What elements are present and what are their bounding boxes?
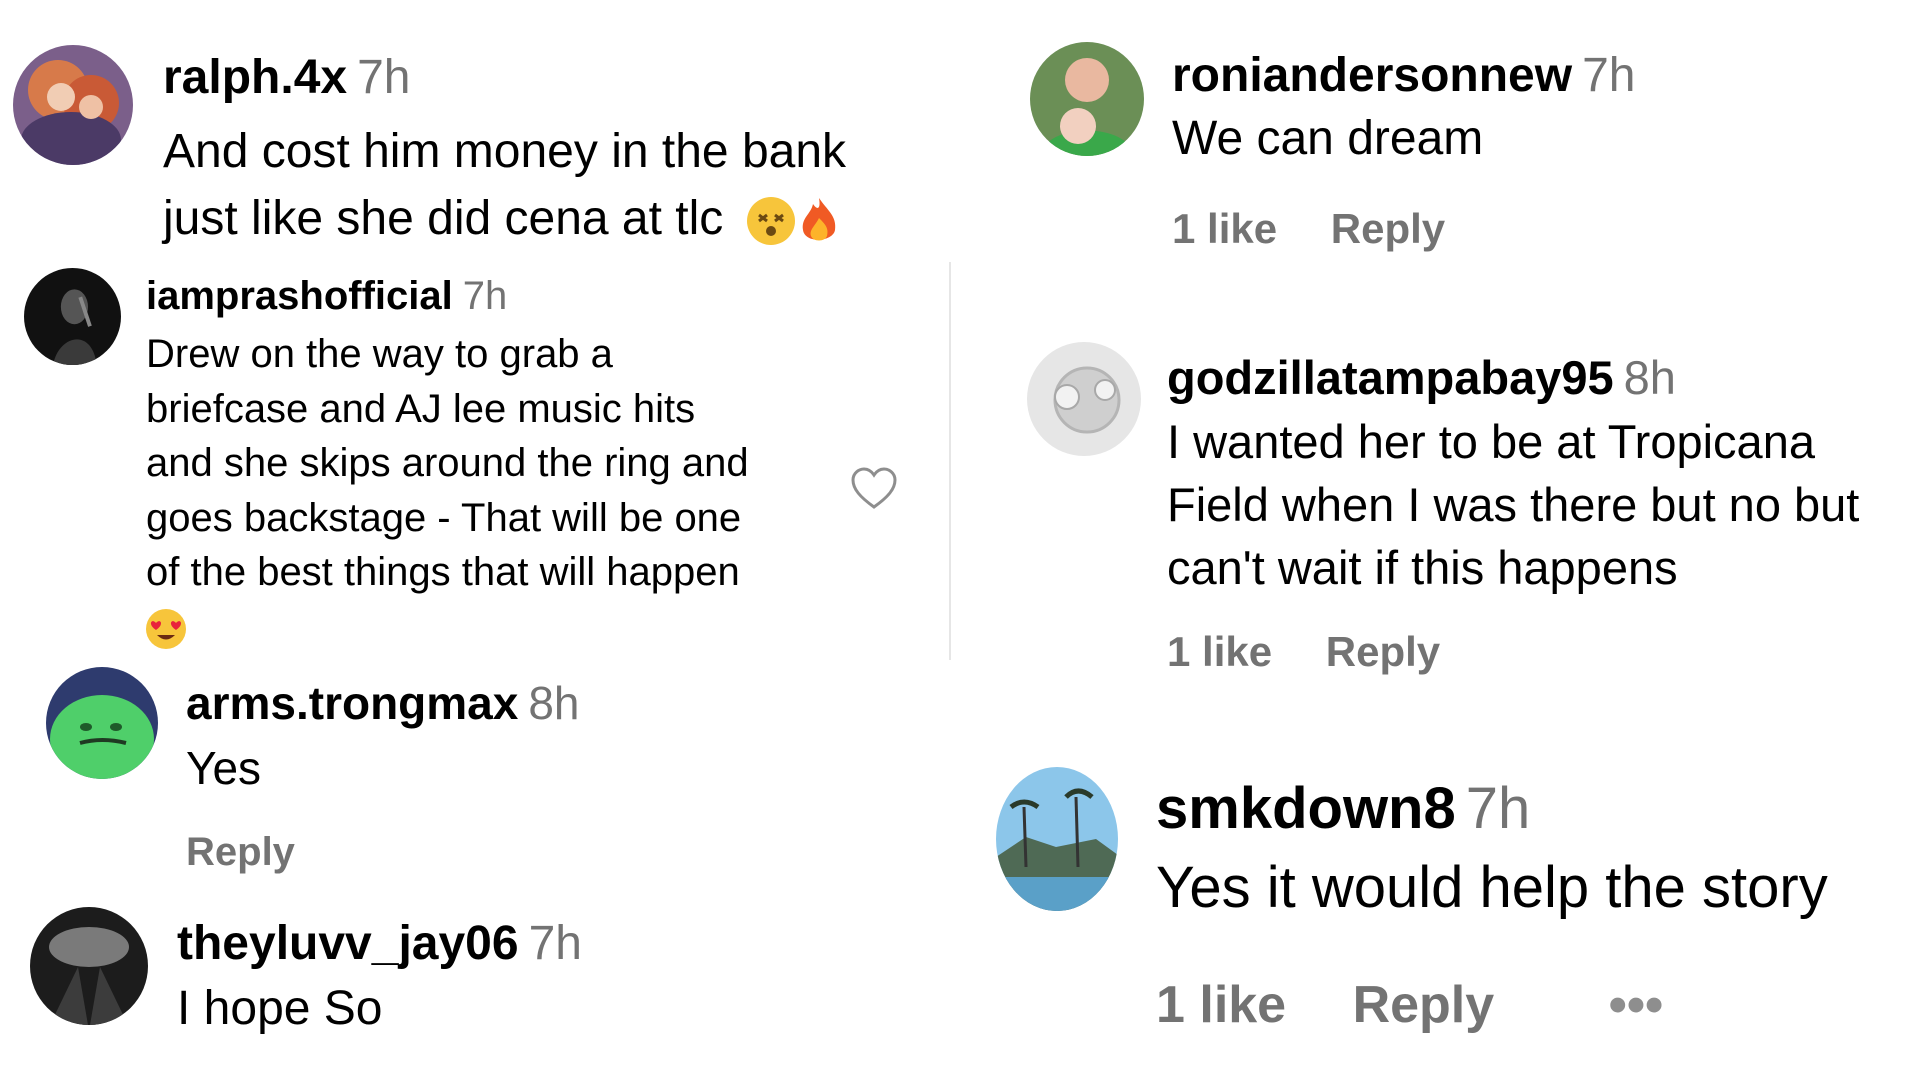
comment-text-line: Yes [186, 742, 262, 794]
comment-username[interactable]: arms.trongmax [186, 677, 518, 729]
avatar[interactable] [13, 45, 133, 165]
comment-username[interactable]: iamprashofficial [146, 274, 453, 318]
avatar[interactable] [30, 907, 148, 1025]
comment-text-line: Drew on the way to grab a [146, 332, 613, 376]
comment-text-line: briefcase and AJ lee music hits [146, 386, 696, 431]
comment-text-line: And cost him money in the bank [163, 125, 847, 178]
avatar[interactable] [46, 667, 158, 779]
comment-time: 7h [528, 917, 582, 970]
more-options-icon[interactable]: ••• [1609, 975, 1664, 1035]
column-divider [949, 262, 951, 660]
dizzy-face-emoji [746, 197, 795, 246]
comment-text-line: and she skips around the ring and [146, 441, 749, 485]
comment-time: 7h [1582, 49, 1636, 102]
comment-text-line: I hope So [177, 982, 383, 1035]
comment-username[interactable]: ronianderson​new [1172, 49, 1572, 102]
comment-time: 7h [462, 274, 508, 318]
comment-text-line: We can dream [1172, 112, 1484, 165]
reply-button[interactable]: Reply [1331, 205, 1445, 253]
like-count[interactable]: 1 like [1167, 628, 1272, 676]
avatar[interactable] [996, 767, 1118, 911]
fire-emoji [799, 196, 839, 246]
comment-text-line: Field when I was there but no but [1167, 478, 1860, 531]
reply-button[interactable]: Reply [1353, 975, 1495, 1035]
avatar[interactable] [24, 268, 121, 365]
comment-text-line: goes backstage - That will be one [146, 495, 742, 540]
comment-username[interactable]: smkdown8 [1156, 776, 1456, 841]
comment-text-line: just like she did cena at tlc [163, 192, 724, 245]
comment-username[interactable]: godzillatampabay95 [1167, 351, 1614, 404]
avatar[interactable] [1027, 342, 1141, 456]
avatar[interactable] [1030, 42, 1144, 156]
heart-eyes-emoji [146, 608, 186, 649]
reply-button[interactable]: Reply [186, 830, 295, 875]
comment-time: 7h [357, 51, 411, 104]
reply-button[interactable]: Reply [1326, 628, 1440, 676]
like-count[interactable]: 1 like [1156, 975, 1286, 1035]
heart-outline-icon[interactable] [850, 467, 898, 511]
comment-text-line: Yes it would help the story [1156, 855, 1828, 920]
comments-screenshot: ralph.4x 7h And cost him money in the ban… [0, 0, 1920, 1080]
comment-text-line: I wanted her to be at Tropicana [1167, 415, 1815, 468]
comment-text-line: can't wait if this happens [1167, 541, 1678, 594]
comment-text-line: of the best things that will happen [146, 550, 740, 594]
comment-time: 8h [1623, 351, 1676, 404]
comment-time: 7h [1465, 776, 1531, 841]
comment-time: 8h [528, 677, 580, 729]
like-count[interactable]: 1 like [1172, 205, 1277, 253]
comment-username[interactable]: theyluvv_jay06 [177, 917, 519, 970]
comment-username[interactable]: ralph.4x [163, 51, 347, 104]
